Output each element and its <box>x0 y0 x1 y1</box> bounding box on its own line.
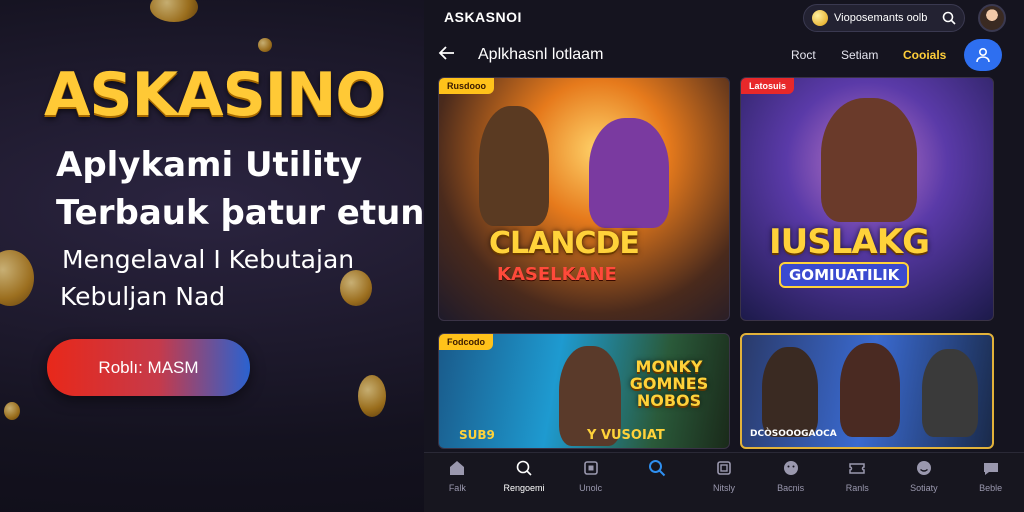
hero-headline-2: Terbauk þatur etun <box>56 193 425 233</box>
bottom-nav-item-rengoemi[interactable]: Rengoemi <box>494 453 554 512</box>
card-tag: Latosuis <box>741 78 795 94</box>
game-subtitle: DCÒSOOOGAOCA <box>750 429 837 439</box>
bottom-nav-label: Sotiaty <box>910 483 938 493</box>
top-bar: ASKASNOI Vioposemants oolb <box>424 0 1024 36</box>
character-figure <box>840 343 900 437</box>
ticket-icon <box>849 463 866 474</box>
character-figure <box>762 347 818 437</box>
coin-decoration <box>150 0 198 22</box>
app-panel: ASKASNOI Vioposemants oolb Aplkhasnl lot… <box>424 0 1024 512</box>
app-brand: ASKASNOI <box>444 9 522 25</box>
search-circle-icon <box>516 460 532 476</box>
bottom-nav-item-nitsly[interactable]: Nitsly <box>694 453 754 512</box>
square-icon <box>583 461 598 475</box>
nav-link-cooials[interactable]: Cooials <box>903 48 946 62</box>
hero-headline-1: Aplykami Utility <box>56 145 363 185</box>
character-figure <box>479 106 549 226</box>
bottom-nav-item-beble[interactable]: Beble <box>961 453 1021 512</box>
card-tag: Fodcodo <box>439 334 493 350</box>
coin-decoration <box>4 402 20 420</box>
nav-link-setiam[interactable]: Setiam <box>841 48 878 62</box>
game-title: MONKY GOMNES NOBOS <box>629 357 709 410</box>
bottom-nav-item-sotiaty[interactable]: Sotiaty <box>894 453 954 512</box>
box-icon <box>717 461 731 475</box>
bottom-nav-item-falk[interactable]: Falk <box>427 453 487 512</box>
profile-button[interactable] <box>964 39 1002 71</box>
character-figure <box>589 118 669 228</box>
chat-icon <box>983 463 998 475</box>
game-subtitle: Y VUSOIAT <box>587 428 665 443</box>
character-figure <box>821 98 917 222</box>
bottom-nav-item-unolc[interactable]: Unolc <box>561 453 621 512</box>
game-card[interactable]: Latosuis IUSLAKG GOMIUATILIK <box>740 77 994 321</box>
character-figure <box>922 349 978 437</box>
bottom-nav-label: Ranls <box>845 483 869 493</box>
page-title: Aplkhasnl lotlaam <box>478 46 604 63</box>
search-icon[interactable] <box>942 11 956 25</box>
game-title: IUSLAKG <box>769 222 930 262</box>
game-subtitle: GOMIUATILIK <box>779 262 910 288</box>
user-icon <box>976 47 990 63</box>
coin-decoration <box>258 38 272 52</box>
game-card[interactable]: DCÒSOOOGAOCA <box>740 333 994 449</box>
search-icon <box>649 460 666 477</box>
bottom-nav-label: Unolc <box>579 483 603 493</box>
home-icon <box>450 461 465 475</box>
bottom-nav-label: Nitsly <box>712 483 735 493</box>
bottom-nav-label: Falk <box>448 483 466 493</box>
nav-link-roct[interactable]: Roct <box>791 48 816 62</box>
game-subtitle: KASELKANE <box>497 264 617 285</box>
bottom-nav-label: Beble <box>979 483 1003 493</box>
game-card[interactable]: Fodcodo MONKY GOMNES NOBOS Y VUSOIAT SUB… <box>438 333 730 449</box>
search-text: Vioposemants oolb <box>834 12 928 24</box>
hero-logo: ASKASINO <box>44 60 386 130</box>
game-badge: SUB9 <box>459 428 495 442</box>
coin-decoration <box>340 270 372 306</box>
hero-subline-2: Kebuljan Nad <box>60 282 226 311</box>
game-card[interactable]: Rusdooo CLANCDE KASELKANE <box>438 77 730 321</box>
bottom-nav-item-search[interactable] <box>627 453 687 512</box>
bottom-nav: Falk Rengoemi Unolc Nitsly Bacnis Ranls <box>424 452 1024 512</box>
face-icon <box>783 461 798 475</box>
nav-bar: Aplkhasnl lotlaam Roct Setiam Cooials <box>424 36 1024 74</box>
search-input[interactable]: Vioposemants oolb <box>803 4 965 32</box>
bottom-nav-label: Bacnis <box>777 483 805 493</box>
back-arrow-icon[interactable] <box>438 44 456 67</box>
coin-icon <box>812 10 828 26</box>
hero-section: ASKASINO Aplykami Utility Terbauk þatur … <box>0 0 430 512</box>
game-title: CLANCDE <box>489 226 640 261</box>
bottom-nav-item-bacnis[interactable]: Bacnis <box>761 453 821 512</box>
coin-decoration <box>0 250 34 306</box>
bottom-nav-label: Rengoemi <box>503 483 545 493</box>
smile-icon <box>916 461 931 475</box>
hero-subline-1: Mengelaval I Kebutajan <box>62 245 355 274</box>
avatar[interactable] <box>978 4 1006 32</box>
bottom-nav-item-ranls[interactable]: Ranls <box>827 453 887 512</box>
coin-decoration <box>358 375 386 417</box>
card-tag: Rusdooo <box>439 78 494 94</box>
cta-button[interactable]: Roblı: MASM <box>47 339 250 396</box>
